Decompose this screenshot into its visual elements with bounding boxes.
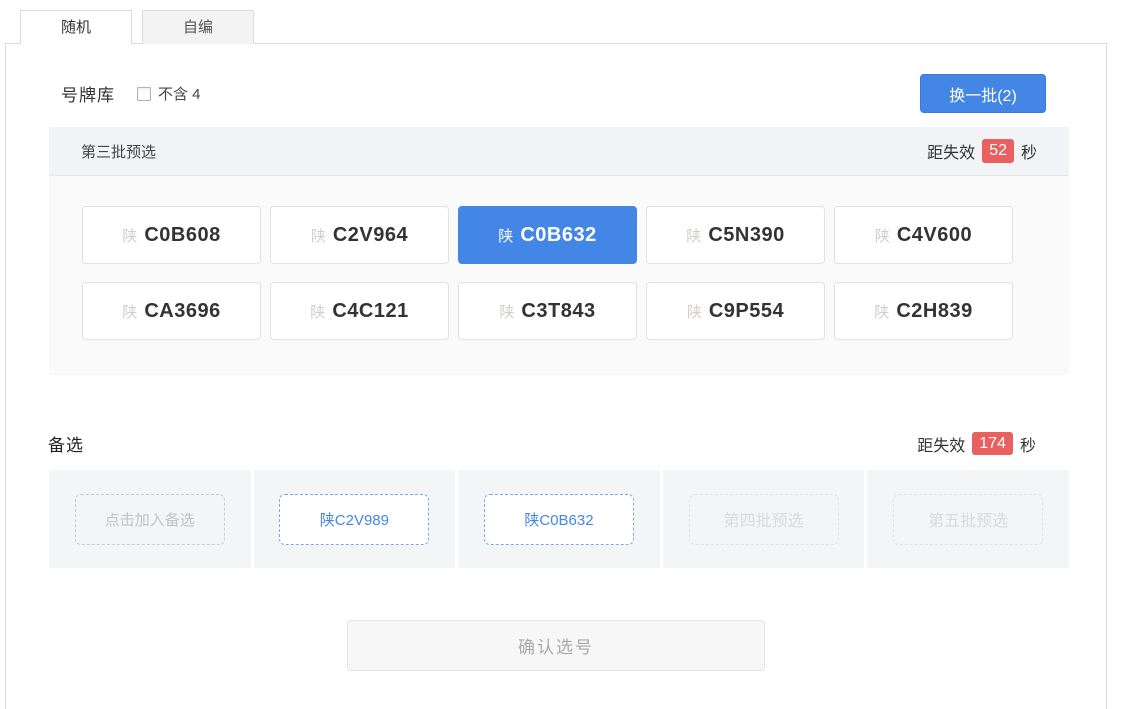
batch-header: 第三批预选 距失效 52 秒 bbox=[49, 127, 1069, 176]
plate-province: 陕 bbox=[311, 225, 326, 246]
tab-custom[interactable]: 自编 bbox=[142, 10, 254, 44]
backup-slot: 陕C2V989 bbox=[254, 470, 456, 568]
exclude-4-label: 不含 4 bbox=[158, 83, 201, 104]
plate-number: C5N390 bbox=[708, 224, 784, 247]
exclude-4-option[interactable]: 不含 4 bbox=[137, 83, 201, 104]
backup-countdown: 距失效 174 秒 bbox=[917, 432, 1036, 456]
plate-province: 陕 bbox=[498, 225, 513, 246]
plate-province: 陕 bbox=[122, 301, 137, 322]
countdown-suffix: 秒 bbox=[1021, 139, 1037, 163]
countdown-prefix: 距失效 bbox=[927, 139, 975, 163]
change-batch-button[interactable]: 换一批(2) bbox=[920, 74, 1046, 113]
batch-section: 第三批预选 距失效 52 秒 陕 C0B608 陕 C2V964 陕 bbox=[49, 127, 1069, 375]
countdown-prefix: 距失效 bbox=[917, 432, 965, 456]
backup-plate-button[interactable]: 陕C2V989 bbox=[279, 494, 429, 545]
plate-province: 陕 bbox=[687, 301, 702, 322]
plate-province: 陕 bbox=[310, 301, 325, 322]
countdown-seconds-badge: 174 bbox=[972, 432, 1013, 456]
plate-number: C0B632 bbox=[520, 224, 596, 247]
batch-title: 第三批预选 bbox=[81, 141, 156, 162]
backup-slot: 陕C0B632 bbox=[458, 470, 660, 568]
countdown-seconds-badge: 52 bbox=[982, 139, 1014, 163]
backup-title: 备选 bbox=[48, 431, 84, 456]
plate-option[interactable]: 陕 C4V600 bbox=[834, 206, 1013, 264]
backup-slots: 点击加入备选 陕C2V989 陕C0B632 第四批预选 第五批预选 bbox=[49, 470, 1069, 568]
plate-number: C0B608 bbox=[144, 224, 220, 247]
countdown-suffix: 秒 bbox=[1020, 432, 1036, 456]
plate-province: 陕 bbox=[122, 225, 137, 246]
tab-bar: 随机 自编 bbox=[20, 10, 254, 44]
batch4-placeholder: 第四批预选 bbox=[689, 494, 839, 545]
plate-option[interactable]: 陕 CA3696 bbox=[82, 282, 261, 340]
batch-body: 陕 C0B608 陕 C2V964 陕 C0B632 陕 C5N390 陕 bbox=[49, 176, 1069, 375]
plate-row: 陕 C0B608 陕 C2V964 陕 C0B632 陕 C5N390 陕 bbox=[82, 206, 1036, 264]
plate-number: C3T843 bbox=[521, 300, 595, 323]
backup-slot: 第五批预选 bbox=[867, 470, 1069, 568]
plate-option[interactable]: 陕 C4C121 bbox=[270, 282, 449, 340]
confirm-selection-button[interactable]: 确认选号 bbox=[347, 620, 765, 671]
plate-province: 陕 bbox=[686, 225, 701, 246]
plate-province: 陕 bbox=[874, 301, 889, 322]
batch-countdown: 距失效 52 秒 bbox=[927, 139, 1037, 163]
plate-province: 陕 bbox=[499, 301, 514, 322]
add-backup-button[interactable]: 点击加入备选 bbox=[75, 494, 225, 545]
backup-slot: 第四批预选 bbox=[663, 470, 865, 568]
library-title: 号牌库 bbox=[61, 81, 115, 106]
plate-option[interactable]: 陕 C5N390 bbox=[646, 206, 825, 264]
backup-slot: 点击加入备选 bbox=[49, 470, 251, 568]
plate-number: C4V600 bbox=[897, 224, 972, 247]
plate-number: CA3696 bbox=[144, 300, 220, 323]
exclude-4-checkbox[interactable] bbox=[137, 87, 151, 101]
batch5-placeholder: 第五批预选 bbox=[893, 494, 1043, 545]
plate-province: 陕 bbox=[875, 225, 890, 246]
plate-option[interactable]: 陕 C0B608 bbox=[82, 206, 261, 264]
plate-number: C9P554 bbox=[709, 300, 784, 323]
tab-random[interactable]: 随机 bbox=[20, 10, 132, 44]
backup-header-row: 备选 距失效 174 秒 bbox=[48, 431, 1036, 456]
plate-number: C2H839 bbox=[896, 300, 972, 323]
library-header-row: 号牌库 不含 4 换一批(2) bbox=[61, 74, 1046, 113]
plate-option[interactable]: 陕 C2H839 bbox=[834, 282, 1013, 340]
backup-plate-button[interactable]: 陕C0B632 bbox=[484, 494, 634, 545]
plate-row: 陕 CA3696 陕 C4C121 陕 C3T843 陕 C9P554 陕 bbox=[82, 282, 1036, 340]
plate-option-selected[interactable]: 陕 C0B632 bbox=[458, 206, 637, 264]
plate-selection-panel: 号牌库 不含 4 换一批(2) 第三批预选 距失效 52 秒 陕 C0B608 bbox=[5, 43, 1107, 709]
plate-option[interactable]: 陕 C3T843 bbox=[458, 282, 637, 340]
plate-option[interactable]: 陕 C2V964 bbox=[270, 206, 449, 264]
plate-number: C2V964 bbox=[333, 224, 408, 247]
plate-option[interactable]: 陕 C9P554 bbox=[646, 282, 825, 340]
plate-number: C4C121 bbox=[332, 300, 408, 323]
